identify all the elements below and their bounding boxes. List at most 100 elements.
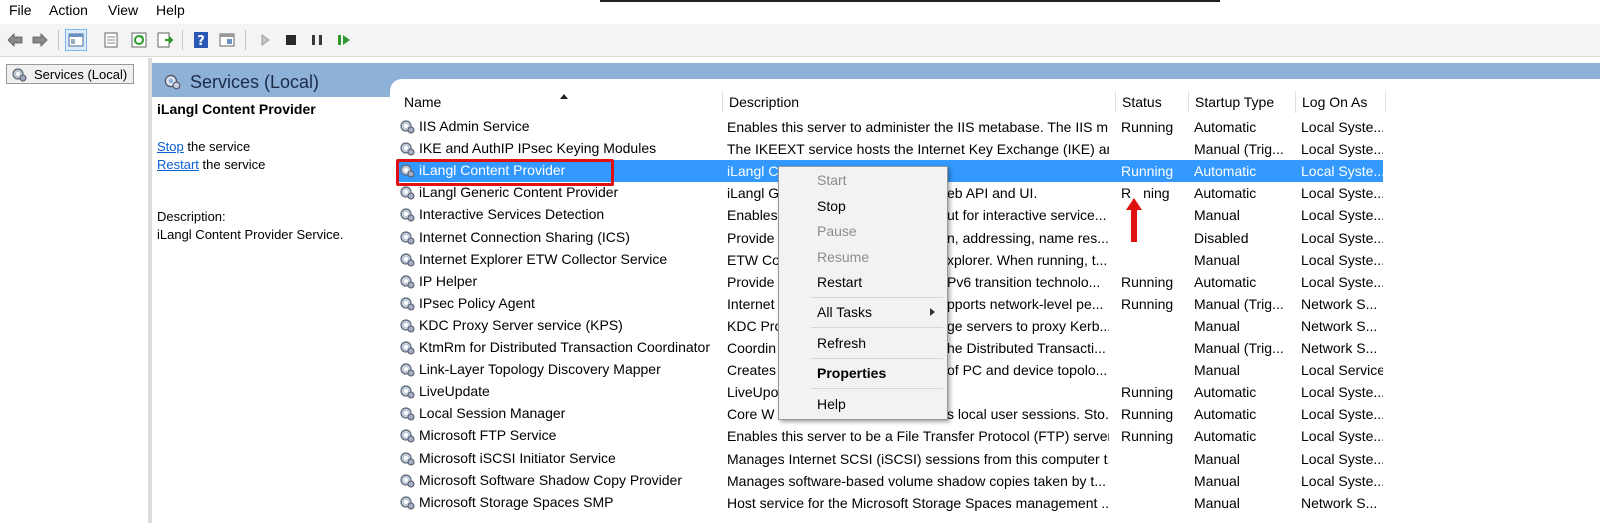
service-description-cell: Enables this server to be a File Transfe… <box>727 428 1109 444</box>
service-name-cell: Microsoft FTP Service <box>398 426 718 444</box>
service-name-cell: LiveUpdate <box>398 382 718 400</box>
service-description-cell: Manages Internet SCSI (iSCSI) sessions f… <box>727 451 1109 467</box>
forward-icon[interactable] <box>29 29 51 51</box>
column-header-description[interactable]: Description <box>723 91 1116 113</box>
table-row[interactable]: Microsoft FTP Service Enables this server… <box>398 425 1383 447</box>
restart-service-link[interactable]: Restart <box>157 157 199 172</box>
service-startup-type-cell: Automatic <box>1194 384 1257 401</box>
column-header-log-on-as[interactable]: Log On As <box>1296 91 1386 113</box>
context-menu-refresh[interactable]: Refresh <box>780 331 945 355</box>
service-name-text: Link-Layer Topology Discovery Mapper <box>419 361 661 378</box>
service-startup-type-cell: Manual <box>1194 494 1240 511</box>
column-header-status[interactable]: Status <box>1116 91 1189 113</box>
table-row[interactable]: IIS Admin Service Enables this server to … <box>398 116 1383 138</box>
column-header-label: Startup Type <box>1195 94 1275 110</box>
description-text: iLangl Content Provider Service. <box>157 227 344 242</box>
column-header-name[interactable]: Name <box>398 91 723 113</box>
service-startup-type-cell: Automatic <box>1194 428 1257 445</box>
resume-icon[interactable] <box>333 29 355 51</box>
service-name-cell: IP Helper <box>398 272 718 290</box>
service-name-text: KDC Proxy Server service (KPS) <box>419 316 623 333</box>
service-gear-icon <box>398 382 416 400</box>
context-menu-restart[interactable]: Restart <box>780 270 945 294</box>
service-log-on-as-cell: Local Syste... <box>1301 251 1383 268</box>
context-menu-resume[interactable]: Resume <box>780 245 945 269</box>
service-description-cell: Host service for the Microsoft Storage S… <box>727 495 1109 511</box>
service-gear-icon <box>398 360 416 378</box>
menu-file[interactable]: File <box>9 2 32 18</box>
service-status-text: Running <box>1121 384 1174 401</box>
service-gear-icon <box>398 471 416 489</box>
service-startup-type-cell: Manual (Trig... <box>1194 340 1284 356</box>
play-icon[interactable] <box>254 29 276 51</box>
service-gear-icon <box>398 493 416 511</box>
properties-icon[interactable] <box>100 29 122 51</box>
service-startup-type-cell: Automatic <box>1194 119 1257 135</box>
context-menu-start[interactable]: Start <box>780 168 945 192</box>
mmc-view-icon[interactable] <box>216 29 238 51</box>
service-name-text: LiveUpdate <box>419 383 490 400</box>
service-name-text: IPsec Policy Agent <box>419 294 535 311</box>
service-name-cell: IKE and AuthIP IPsec Keying Modules <box>398 139 718 157</box>
pause-icon[interactable] <box>306 29 328 51</box>
refresh-icon[interactable] <box>128 29 150 51</box>
service-startup-type-cell: Manual <box>1194 207 1240 224</box>
service-log-on-as-cell: Local Syste... <box>1301 406 1383 423</box>
service-name-text: Interactive Services Detection <box>419 206 605 223</box>
stop-icon[interactable] <box>280 29 302 51</box>
context-menu-all-tasks[interactable]: All Tasks <box>780 300 945 324</box>
annotation-arrow-icon <box>1126 198 1142 242</box>
service-description-text: Enables this server to administer the II… <box>727 119 1109 135</box>
stop-service-link[interactable]: Stop <box>157 139 184 154</box>
service-startup-type-cell: Manual <box>1194 450 1240 467</box>
service-log-on-as-cell: Local Syste... <box>1301 428 1383 445</box>
service-status-cell: Running <box>1121 274 1189 290</box>
toolbar-separator <box>245 30 246 50</box>
context-menu-help[interactable]: Help <box>780 392 945 416</box>
menu-help[interactable]: Help <box>156 2 185 18</box>
context-menu-stop[interactable]: Stop <box>780 194 945 218</box>
service-log-on-as-cell: Local Syste... <box>1301 141 1383 158</box>
service-startup-type-cell: Automatic <box>1194 163 1257 180</box>
table-row[interactable]: IKE and AuthIP IPsec Keying Modules The I… <box>398 138 1383 160</box>
service-gear-icon <box>398 316 416 334</box>
export-list-icon[interactable] <box>154 29 176 51</box>
service-status-cell: Running <box>1121 384 1189 400</box>
service-status-text: Running <box>1121 295 1174 312</box>
service-name-cell: IPsec Policy Agent <box>398 294 718 312</box>
service-gear-icon <box>398 117 416 135</box>
service-startup-type-cell: Automatic <box>1194 406 1257 423</box>
menu-view[interactable]: View <box>108 2 138 18</box>
service-description-cell: Enables this server to administer the II… <box>727 119 1109 135</box>
toolbar: ? <box>0 24 1600 57</box>
help-icon[interactable]: ? <box>190 29 212 51</box>
context-menu-pause[interactable]: Pause <box>780 219 945 243</box>
service-name-text: IIS Admin Service <box>419 118 530 134</box>
service-status-text: Running <box>1121 406 1174 423</box>
service-gear-icon <box>398 139 416 157</box>
extended-description-panel: iLangl Content Provider Stop the service… <box>152 97 390 523</box>
service-status-tail: ning <box>1143 185 1170 202</box>
column-header-startup-type[interactable]: Startup Type <box>1189 91 1296 113</box>
service-name-text: Internet Connection Sharing (ICS) <box>419 228 630 245</box>
service-status-text: Running <box>1121 273 1174 290</box>
svg-text:?: ? <box>197 34 205 49</box>
menu-bar: File Action View Help <box>0 0 1600 22</box>
service-log-on-as-cell: Network S... <box>1301 295 1378 312</box>
service-gear-icon <box>398 272 416 290</box>
service-startup-type-cell: Manual (Trig... <box>1194 141 1284 158</box>
back-icon[interactable] <box>4 29 26 51</box>
service-name-text: Microsoft Storage Spaces SMP <box>419 493 614 510</box>
console-tree-icon[interactable] <box>65 29 87 51</box>
table-row[interactable]: Microsoft iSCSI Initiator Service Manages… <box>398 448 1383 470</box>
context-menu-separator <box>811 358 943 359</box>
stop-link-suffix: the service <box>183 139 251 154</box>
restart-link-suffix: the service <box>198 157 266 172</box>
table-row[interactable]: Microsoft Storage Spaces SMP Host service… <box>398 492 1383 514</box>
context-menu-properties[interactable]: Properties <box>780 361 945 385</box>
service-name-text: KtmRm for Distributed Transaction Coordi… <box>419 339 710 355</box>
tree-item-services-local[interactable]: Services (Local) <box>6 64 134 84</box>
menu-action[interactable]: Action <box>49 2 88 18</box>
service-status-cell: Running <box>1121 296 1189 312</box>
table-row[interactable]: Microsoft Software Shadow Copy Provider M… <box>398 470 1383 492</box>
